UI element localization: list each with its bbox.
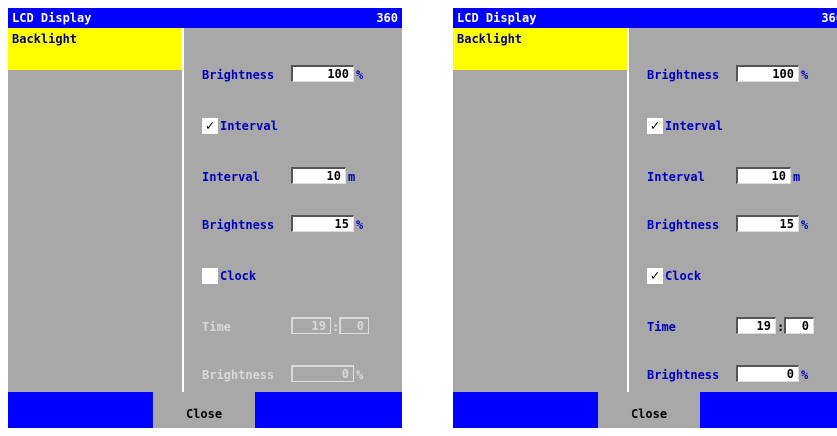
brightness-label: Brightness [647, 68, 720, 82]
time-minute-input[interactable]: 0 [339, 317, 369, 334]
title-bar: LCD Display 360 [453, 8, 837, 28]
interval-brightness-label: Brightness [647, 218, 720, 232]
interval-label: Interval [202, 170, 260, 184]
interval-brightness-unit: % [801, 218, 809, 232]
interval-unit: m [348, 170, 356, 184]
bottom-bar: Close [8, 392, 402, 428]
close-button[interactable]: Close [598, 392, 700, 428]
screen-number: 360 [376, 11, 398, 25]
backlight-settings: Brightness 100 % ✓ Interval Interval 10 … [629, 28, 837, 392]
sidebar: Backlight [453, 28, 629, 392]
brightness-unit: % [801, 68, 809, 82]
clock-brightness-input[interactable]: 0 [291, 365, 354, 382]
interval-brightness-input[interactable]: 15 [736, 215, 799, 232]
interval-input[interactable]: 10 [736, 167, 791, 184]
interval-unit: m [793, 170, 801, 184]
interval-brightness-input[interactable]: 15 [291, 215, 354, 232]
clock-brightness-label: Brightness [202, 368, 275, 382]
time-hour-input[interactable]: 19 [291, 317, 331, 334]
backlight-settings: Brightness 100 % ✓ Interval Interval 10 … [184, 28, 402, 392]
sidebar: Backlight [8, 28, 184, 392]
brightness-input[interactable]: 100 [736, 65, 799, 82]
interval-checkbox[interactable]: ✓ [647, 118, 663, 134]
clock-brightness-unit: % [356, 368, 364, 382]
interval-brightness-unit: % [356, 218, 364, 232]
clock-brightness-unit: % [801, 368, 809, 382]
clock-checkbox[interactable]: ✓ [647, 268, 663, 284]
screen-number: 360 [821, 11, 837, 25]
time-hour-input[interactable]: 19 [736, 317, 776, 334]
lcd-display-panel-left: LCD Display 360 Backlight Brightness 100… [8, 8, 402, 428]
lcd-display-panel-right: LCD Display 360 Backlight Brightness 100… [453, 8, 837, 428]
window-title: LCD Display [12, 11, 92, 25]
close-button[interactable]: Close [153, 392, 255, 428]
time-label: Time [647, 320, 676, 334]
interval-input[interactable]: 10 [291, 167, 346, 184]
clock-checkbox-label: Clock [220, 269, 257, 283]
time-label: Time [202, 320, 231, 334]
sidebar-item-backlight[interactable]: Backlight [453, 28, 627, 70]
clock-checkbox-label: Clock [665, 269, 702, 283]
clock-brightness-label: Brightness [647, 368, 720, 382]
bottom-bar: Close [453, 392, 837, 428]
clock-brightness-input[interactable]: 0 [736, 365, 799, 382]
brightness-input[interactable]: 100 [291, 65, 354, 82]
sidebar-item-backlight[interactable]: Backlight [8, 28, 182, 70]
window-title: LCD Display [457, 11, 537, 25]
time-minute-input[interactable]: 0 [784, 317, 814, 334]
interval-checkbox[interactable]: ✓ [202, 118, 218, 134]
interval-brightness-label: Brightness [202, 218, 275, 232]
clock-checkbox[interactable] [202, 268, 218, 284]
brightness-unit: % [356, 68, 364, 82]
brightness-label: Brightness [202, 68, 275, 82]
title-bar: LCD Display 360 [8, 8, 402, 28]
interval-checkbox-label: Interval [220, 119, 278, 133]
interval-label: Interval [647, 170, 705, 184]
interval-checkbox-label: Interval [665, 119, 723, 133]
